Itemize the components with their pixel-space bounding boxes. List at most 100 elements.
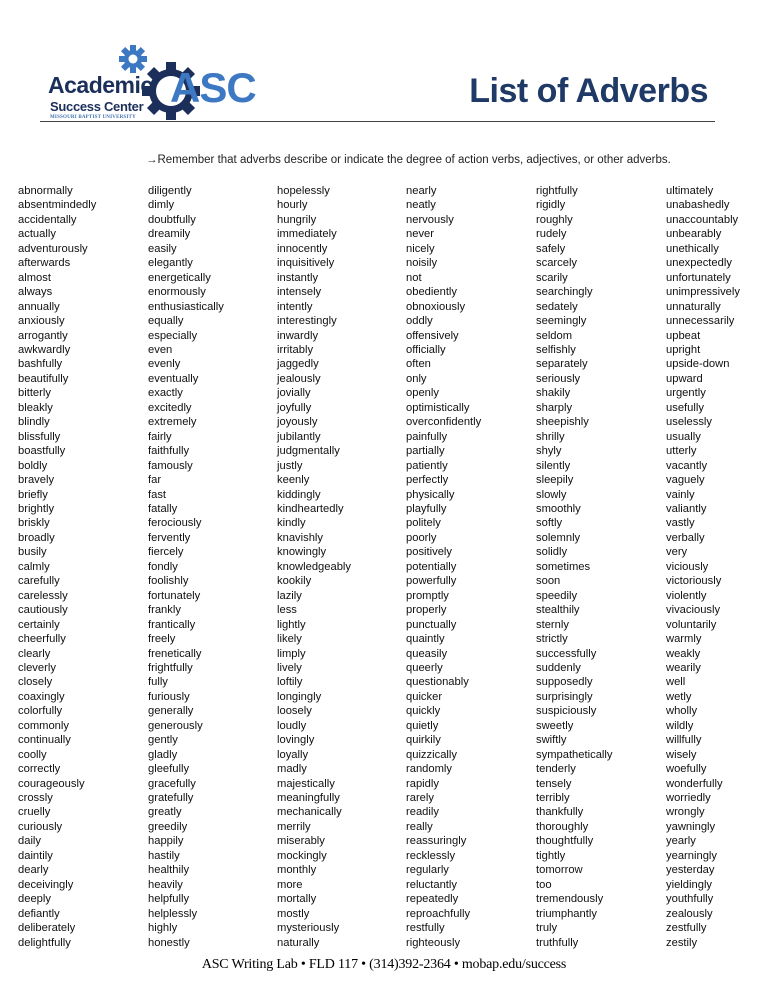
adverb-item: carelessly bbox=[18, 589, 68, 602]
adverb-item: youthfully bbox=[666, 893, 714, 906]
adverb-item: afterwards bbox=[18, 257, 71, 270]
adverb-item: frankly bbox=[148, 604, 181, 617]
adverb-item: rapidly bbox=[406, 777, 439, 790]
adverb-item: tensely bbox=[536, 777, 572, 790]
adverb-item: carefully bbox=[18, 575, 60, 588]
adverb-item: frightfully bbox=[148, 661, 193, 674]
adverb-item: upbeat bbox=[666, 329, 701, 342]
page-title: List of Adverbs bbox=[469, 72, 708, 110]
adverb-item: regularly bbox=[406, 864, 449, 877]
adverb-item: more bbox=[277, 878, 303, 891]
adverb-item: supposedly bbox=[536, 676, 593, 689]
adverb-item: even bbox=[148, 343, 173, 356]
adverb-item: absentmindedly bbox=[18, 199, 97, 212]
adverb-item: meaningfully bbox=[277, 792, 340, 805]
adverb-item: truly bbox=[536, 922, 558, 935]
adverb-item: viciously bbox=[666, 560, 709, 573]
adverb-item: defiantly bbox=[18, 907, 60, 920]
intro-note: →Remember that adverbs describe or indic… bbox=[146, 154, 671, 166]
adverb-item: greatly bbox=[148, 806, 182, 819]
adverb-item: upward bbox=[666, 372, 703, 385]
adverb-item: really bbox=[406, 820, 433, 833]
adverb-item: well bbox=[666, 676, 686, 689]
header-divider bbox=[40, 121, 715, 122]
adverb-item: terribly bbox=[536, 792, 570, 805]
adverb-item: lively bbox=[277, 661, 302, 674]
adverb-item: quicker bbox=[406, 690, 443, 703]
adverb-item: vacantly bbox=[666, 459, 708, 472]
adverb-item: correctly bbox=[18, 763, 61, 776]
adverb-item: vastly bbox=[666, 517, 695, 530]
adverb-item: kookily bbox=[277, 575, 312, 588]
adverb-column: nearly neatly nervously never nicely noisily n… bbox=[406, 184, 481, 950]
adverb-item: unnecessarily bbox=[666, 315, 735, 328]
adverb-item: especially bbox=[148, 329, 198, 342]
adverb-item: urgently bbox=[666, 387, 706, 400]
adverb-item: unexpectedly bbox=[666, 257, 732, 270]
adverb-item: safely bbox=[536, 242, 566, 255]
adverb-item: commonly bbox=[18, 719, 69, 732]
adverb-item: briskly bbox=[18, 517, 50, 530]
adverb-item: strictly bbox=[536, 633, 568, 646]
adverb-item: triumphantly bbox=[536, 907, 597, 920]
adverb-item: fatally bbox=[148, 502, 178, 515]
logo-line-academic: Academic bbox=[48, 72, 153, 98]
adverb-item: searchingly bbox=[536, 286, 593, 299]
adverb-item: almost bbox=[18, 271, 51, 284]
adverb-item: offensively bbox=[406, 329, 459, 342]
adverb-item: unnaturally bbox=[666, 300, 721, 313]
adverb-item: readily bbox=[406, 806, 439, 819]
adverb-item: too bbox=[536, 878, 552, 891]
adverb-item: briefly bbox=[18, 488, 48, 501]
adverb-item: knavishly bbox=[277, 531, 324, 544]
adverb-item: queerly bbox=[406, 661, 443, 674]
adverb-item: recklessly bbox=[406, 849, 456, 862]
adverb-item: lovingly bbox=[277, 734, 315, 747]
adverb-item: sheepishly bbox=[536, 416, 589, 429]
adverb-item: poorly bbox=[406, 531, 437, 544]
adverb-item: tomorrow bbox=[536, 864, 583, 877]
adverb-item: obnoxiously bbox=[406, 300, 466, 313]
adverb-item: loftily bbox=[277, 676, 303, 689]
adverb-item: adventurously bbox=[18, 242, 88, 255]
adverb-item: patiently bbox=[406, 459, 448, 472]
adverb-item: scarcely bbox=[536, 257, 578, 270]
adverb-item: politely bbox=[406, 517, 441, 530]
adverb-item: gratefully bbox=[148, 792, 194, 805]
adverb-item: hungrily bbox=[277, 213, 317, 226]
adverb-item: majestically bbox=[277, 777, 335, 790]
adverb-item: sympathetically bbox=[536, 748, 613, 761]
adverb-item: sleepily bbox=[536, 474, 574, 487]
adverb-item: optimistically bbox=[406, 401, 470, 414]
logo-line-success-center: Success Center bbox=[50, 99, 144, 114]
adverb-item: restfully bbox=[406, 922, 445, 935]
adverb-item: deliberately bbox=[18, 922, 76, 935]
adverb-column: abnormally absentmindedly accidentally actu… bbox=[18, 184, 96, 950]
adverb-item: verbally bbox=[666, 531, 705, 544]
adverb-item: fortunately bbox=[148, 589, 201, 602]
adverb-item: unaccountably bbox=[666, 213, 739, 226]
adverb-item: enormously bbox=[148, 286, 206, 299]
adverb-item: far bbox=[148, 474, 162, 487]
adverb-item: jealously bbox=[277, 372, 321, 385]
adverb-item: cruelly bbox=[18, 806, 51, 819]
adverb-item: ultimately bbox=[666, 185, 714, 197]
adverb-item: limply bbox=[277, 647, 306, 660]
adverb-item: usually bbox=[666, 430, 701, 443]
adverb-item: rigidly bbox=[536, 199, 566, 212]
adverb-item: fondly bbox=[148, 560, 178, 573]
adverb-item: zestfully bbox=[666, 922, 707, 935]
adverb-item: likely bbox=[277, 633, 302, 646]
adverb-item: evenly bbox=[148, 358, 181, 371]
adverb-column: hopelessly hourly hungrily immediately innoc… bbox=[277, 184, 351, 950]
adverb-item: utterly bbox=[666, 445, 697, 458]
adverb-item: cheerfully bbox=[18, 633, 66, 646]
adverb-item: interestingly bbox=[277, 315, 337, 328]
adverb-item: valiantly bbox=[666, 502, 707, 515]
adverb-item: healthily bbox=[148, 864, 190, 877]
adverb-item: usefully bbox=[666, 401, 704, 414]
adverb-item: innocently bbox=[277, 242, 328, 255]
adverb-item: daily bbox=[18, 835, 42, 848]
adverb-item: scarily bbox=[536, 271, 568, 284]
adverb-item: anxiously bbox=[18, 315, 65, 328]
